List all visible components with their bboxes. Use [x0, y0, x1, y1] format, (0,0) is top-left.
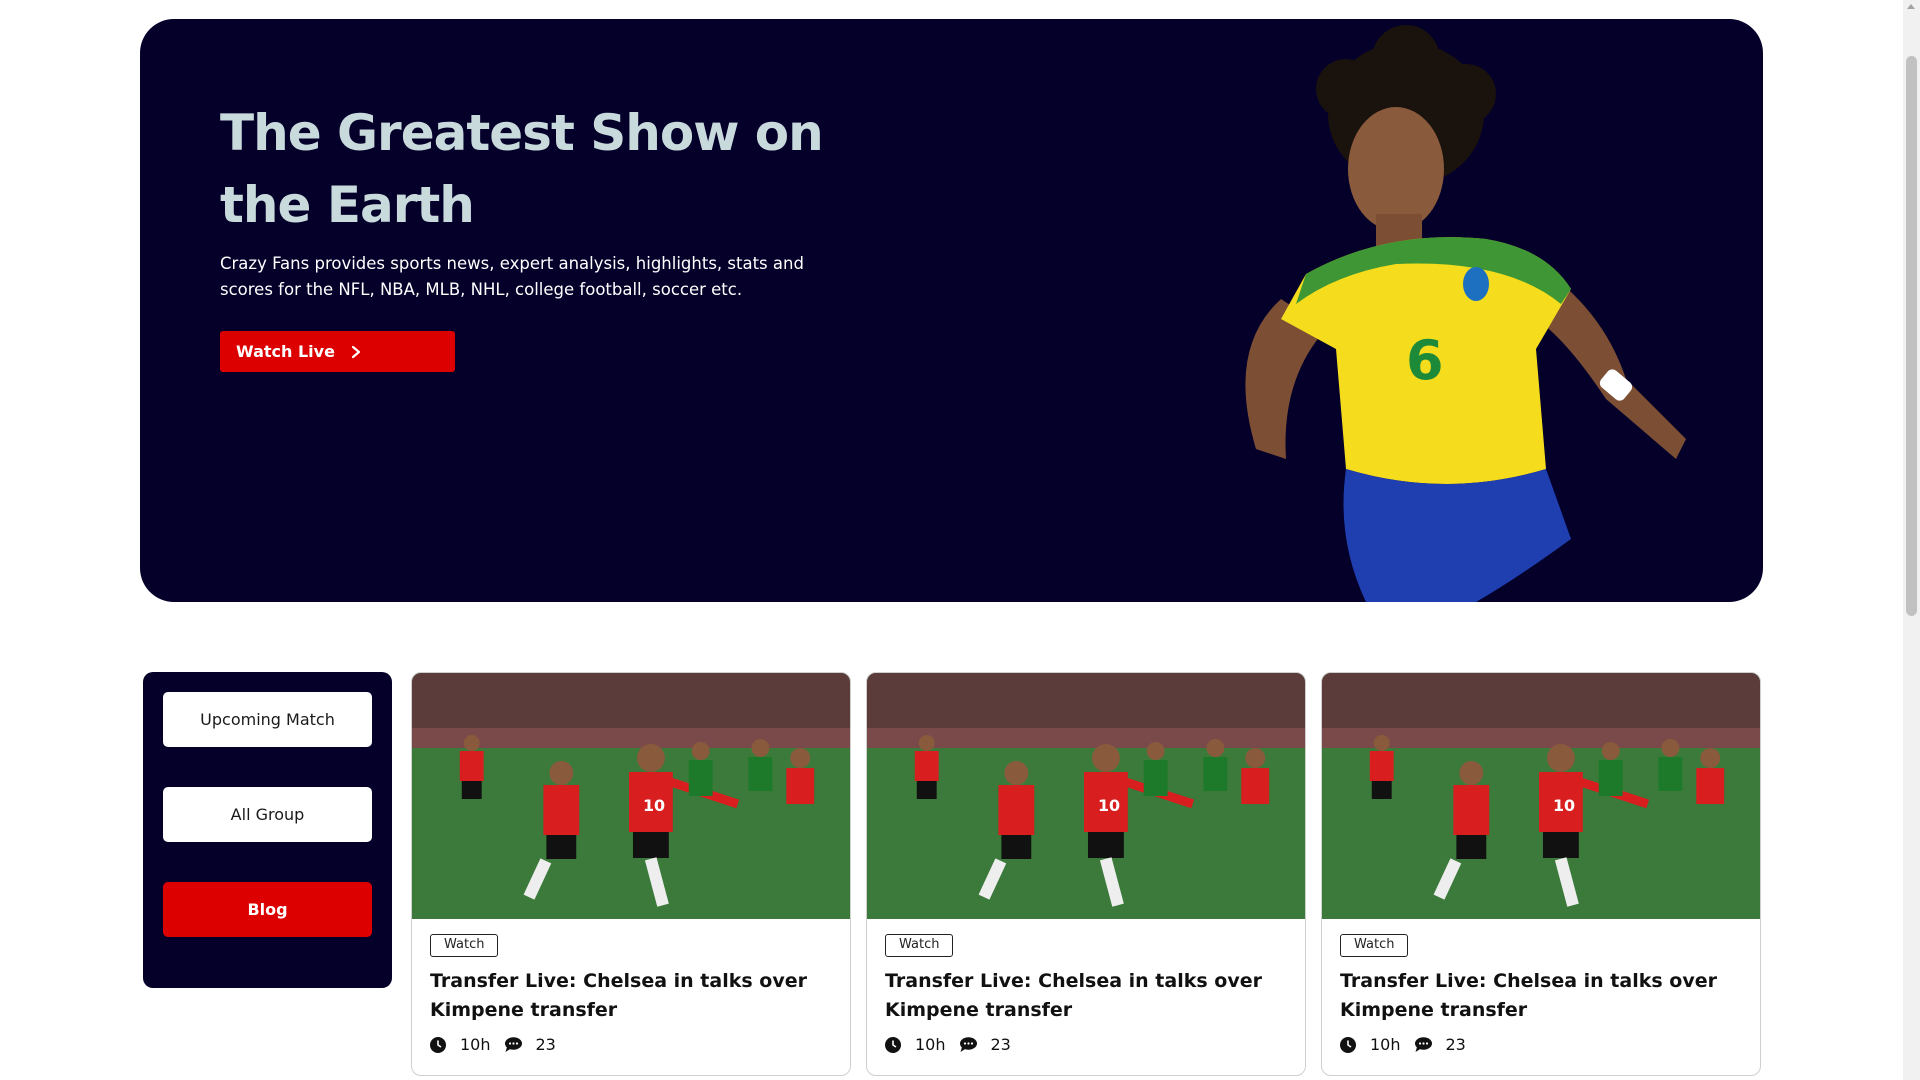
- comment-icon: [959, 1037, 977, 1052]
- watch-tag[interactable]: Watch: [1340, 934, 1409, 957]
- card-meta: 10h 23: [885, 1035, 1025, 1054]
- clock-icon: [1340, 1036, 1356, 1053]
- card-title[interactable]: Transfer Live: Chelsea in talks over Kim…: [885, 967, 1285, 1025]
- article-card[interactable]: 10 Watch Transfer Live: Chelsea in talks…: [411, 672, 851, 1076]
- scroll-up-arrow-icon[interactable]: [1907, 4, 1915, 9]
- hero-description: Crazy Fans provides sports news, expert …: [220, 254, 804, 299]
- chevron-right-icon: [349, 345, 363, 359]
- nav-upcoming-match[interactable]: Upcoming Match: [163, 692, 372, 747]
- player-jersey-number: 10: [643, 796, 665, 815]
- side-navigation: Upcoming Match All Group Blog: [143, 672, 392, 988]
- clock-icon: [430, 1036, 446, 1053]
- vertical-scrollbar[interactable]: [1903, 0, 1920, 1080]
- comment-icon: [1414, 1037, 1432, 1052]
- card-time: 10h: [915, 1035, 946, 1054]
- card-comments: 23: [1445, 1035, 1466, 1054]
- player-jersey-number: 6: [1406, 329, 1444, 392]
- scrollbar-thumb[interactable]: [1906, 56, 1917, 616]
- nav-blog[interactable]: Blog: [163, 882, 372, 937]
- watch-tag[interactable]: Watch: [885, 934, 954, 957]
- page: The Greatest Show on the Earth Crazy Fan…: [0, 0, 1920, 1080]
- watch-live-button[interactable]: Watch Live: [220, 331, 455, 372]
- article-card[interactable]: 10 Watch Transfer Live: Chelsea in talks…: [866, 672, 1306, 1076]
- card-comments: 23: [535, 1035, 556, 1054]
- football-player-image: 6: [1245, 25, 1686, 602]
- card-time: 10h: [1370, 1035, 1401, 1054]
- player-jersey-number: 10: [1553, 796, 1575, 815]
- clock-icon: [885, 1036, 901, 1053]
- card-meta: 10h 23: [430, 1035, 570, 1054]
- card-meta: 10h 23: [1340, 1035, 1480, 1054]
- nav-all-group[interactable]: All Group: [163, 787, 372, 842]
- card-time: 10h: [460, 1035, 491, 1054]
- hero-title: The Greatest Show on the Earth: [220, 104, 824, 234]
- comment-icon: [504, 1037, 522, 1052]
- card-title[interactable]: Transfer Live: Chelsea in talks over Kim…: [1340, 967, 1740, 1025]
- watch-live-label: Watch Live: [236, 342, 335, 361]
- watch-tag[interactable]: Watch: [430, 934, 499, 957]
- hero-banner: The Greatest Show on the Earth Crazy Fan…: [140, 19, 1763, 602]
- player-jersey-number: 10: [1098, 796, 1120, 815]
- match-celebration-image: 10: [412, 673, 850, 919]
- article-card[interactable]: 10 Watch Transfer Live: Chelsea in talks…: [1321, 672, 1761, 1076]
- match-celebration-image: 10: [867, 673, 1305, 919]
- card-comments: 23: [990, 1035, 1011, 1054]
- card-title[interactable]: Transfer Live: Chelsea in talks over Kim…: [430, 967, 830, 1025]
- match-celebration-image: 10: [1322, 673, 1760, 919]
